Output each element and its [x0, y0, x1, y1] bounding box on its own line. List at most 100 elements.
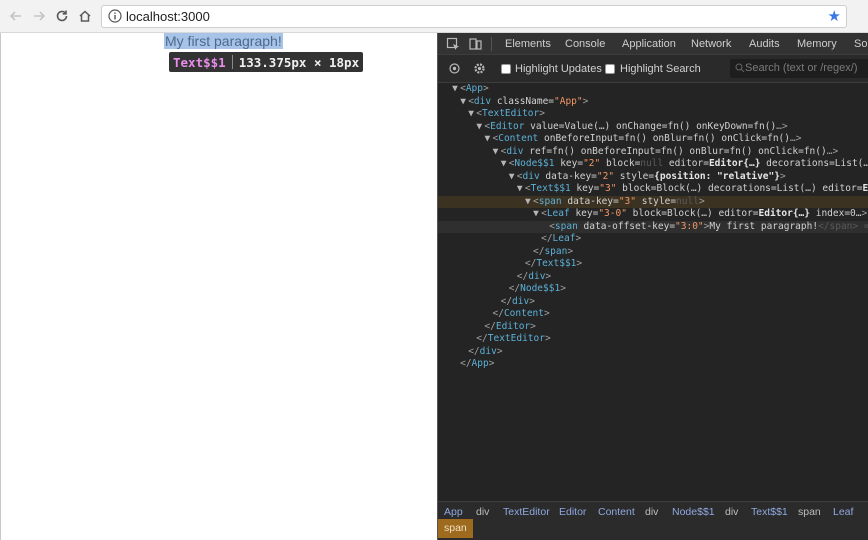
expand-triangle-icon[interactable]: ▼ [493, 146, 501, 159]
reload-button[interactable] [52, 6, 72, 26]
tree-row[interactable]: ▼ <Text$$1 key="3" block=Block(…) decorat… [438, 183, 868, 196]
tag-bracket: > [544, 308, 550, 319]
tag-bracket: > [483, 83, 489, 94]
tree-row[interactable]: </App> [438, 358, 868, 371]
attr-value: fn() [552, 145, 575, 157]
breadcrumb-item[interactable]: div [725, 506, 738, 519]
tree-row[interactable]: ▼ <Node$$1 key="2" block=null editor=Edit… [438, 158, 868, 171]
tree-row[interactable]: </TextEditor> [438, 333, 868, 346]
tab-network[interactable]: Network [691, 37, 731, 51]
tab-sources[interactable]: Sou [854, 37, 868, 51]
arrow-right-icon [34, 11, 46, 21]
highlight-updates-checkbox[interactable] [501, 64, 511, 74]
arrow-left-icon [9, 11, 21, 21]
breadcrumb-selected[interactable]: span [438, 519, 473, 538]
attr-name: decorations= [702, 183, 777, 194]
tab-console[interactable]: Console [565, 37, 605, 51]
breadcrumb-item[interactable]: TextEditor [503, 506, 550, 519]
expand-triangle-icon[interactable]: ▼ [525, 196, 533, 209]
expand-triangle-icon[interactable]: ▼ [509, 171, 517, 184]
tag-name: span [544, 245, 568, 257]
address-bar[interactable]: localhost:3000 ★ [101, 5, 847, 28]
tree-row[interactable]: </div> [438, 271, 868, 284]
expand-triangle-icon[interactable]: ▼ [533, 208, 541, 221]
forward-button[interactable] [29, 6, 49, 26]
breadcrumb-item[interactable]: Editor [559, 506, 586, 519]
tree-row[interactable]: </div> [438, 296, 868, 309]
expand-triangle-icon[interactable]: ▼ [485, 133, 493, 146]
attr-name: className= [491, 95, 555, 107]
tree-row[interactable]: </div> [438, 346, 868, 359]
tree-row[interactable]: ▼ <div className="App"> [438, 96, 868, 109]
attr-name: block= [600, 158, 641, 169]
tab-elements[interactable]: Elements [505, 37, 551, 51]
attr-name: data-offset-key= [577, 220, 676, 232]
tag-bracket: > [539, 108, 545, 119]
expand-triangle-icon[interactable]: ▼ [452, 83, 460, 96]
tag-name: TextEditor [482, 108, 540, 119]
tag-name: Editor [495, 320, 531, 332]
tree-row[interactable]: ▼ <span data-key="3" style=null> [438, 195, 868, 209]
editor-paragraph[interactable]: My first paragraph! [164, 33, 283, 49]
breadcrumb-item[interactable]: span [798, 506, 821, 519]
device-toolbar-icon[interactable] [468, 37, 482, 51]
search-icon [735, 63, 745, 73]
expand-triangle-icon[interactable]: ▼ [460, 96, 468, 109]
tag-bracket: </ [516, 270, 529, 282]
tag-bracket: </ [533, 245, 545, 257]
breadcrumb-item[interactable]: div [645, 506, 658, 519]
tag-bracket: …> [826, 145, 839, 157]
tooltip-component-name: Text$$1 [173, 54, 226, 70]
tag-bracket: > [779, 170, 786, 182]
tab-application[interactable]: Application [622, 37, 676, 51]
component-tree: ▼ <App> ▼ <div className="App"> ▼ <TextEditor… [438, 83, 868, 503]
tab-audits[interactable]: Audits [749, 37, 780, 51]
home-button[interactable] [75, 6, 95, 26]
expand-triangle-icon[interactable]: ▼ [501, 158, 509, 171]
attr-name: ref= [523, 145, 553, 157]
tree-row[interactable]: </Node$$1> [438, 283, 868, 296]
tree-row[interactable]: ▼ <Leaf key="3-0" block=Block(…) editor=E… [438, 208, 868, 221]
tree-row[interactable]: </Editor> [438, 321, 868, 334]
back-button[interactable] [6, 6, 26, 26]
breadcrumb-item[interactable]: Node$$1 [672, 506, 715, 519]
tree-row[interactable]: </Leaf> [438, 233, 868, 246]
tag-name: div [473, 95, 492, 107]
home-icon [79, 10, 91, 22]
tree-search-input[interactable]: Search (text or /regex/) [730, 59, 868, 78]
breadcrumb-item[interactable]: div [476, 506, 489, 519]
tree-row[interactable]: </span> [438, 246, 868, 259]
breadcrumb-item[interactable]: Content [598, 506, 635, 519]
inspect-element-icon[interactable] [446, 37, 460, 51]
tree-row[interactable]: ▼ <Content onBeforeInput=fn() onBlur=fn()… [438, 133, 868, 146]
breadcrumb-item[interactable]: Leaf [833, 506, 853, 519]
tree-row[interactable]: ▼ <App> [438, 83, 868, 96]
info-icon[interactable] [108, 9, 122, 23]
attr-name: style= [636, 195, 677, 207]
tree-row[interactable]: <span data-offset-key="3:0">My first par… [438, 220, 868, 233]
tag-bracket: > [529, 295, 535, 307]
target-icon[interactable] [448, 62, 461, 75]
highlight-search-checkbox[interactable] [605, 64, 615, 74]
tag-bracket: > [582, 95, 589, 107]
tree-row[interactable]: ▼ <div data-key="2" style={position: "rel… [438, 171, 868, 184]
tooltip-divider [231, 55, 233, 69]
attr-value: {position: "relative"} [654, 170, 780, 182]
expand-triangle-icon[interactable]: ▼ [517, 183, 525, 196]
tree-row[interactable]: ▼ <div ref=fn() onBeforeInput=fn() onBlur… [438, 146, 868, 159]
attr-name: key= [554, 158, 584, 169]
tree-row[interactable]: ▼ <TextEditor> [438, 108, 868, 121]
star-icon[interactable]: ★ [828, 8, 841, 25]
breadcrumb-item[interactable]: App [444, 506, 463, 519]
tree-row[interactable]: ▼ <Editor value=Value(…) onChange=fn() on… [438, 121, 868, 134]
tree-row[interactable]: </Text$$1> [438, 258, 868, 271]
gear-icon[interactable] [473, 62, 486, 75]
tag-name: Editor [490, 120, 525, 132]
tab-memory[interactable]: Memory [797, 37, 837, 51]
tree-row[interactable]: </Content> [438, 308, 868, 321]
breadcrumb-item[interactable]: Text$$1 [751, 506, 788, 519]
tooltip-size: 133.375px × 18px [238, 54, 360, 70]
attr-value: null [676, 195, 699, 207]
tag-name: Node$$1 [520, 283, 561, 294]
attr-value: null [640, 158, 664, 169]
